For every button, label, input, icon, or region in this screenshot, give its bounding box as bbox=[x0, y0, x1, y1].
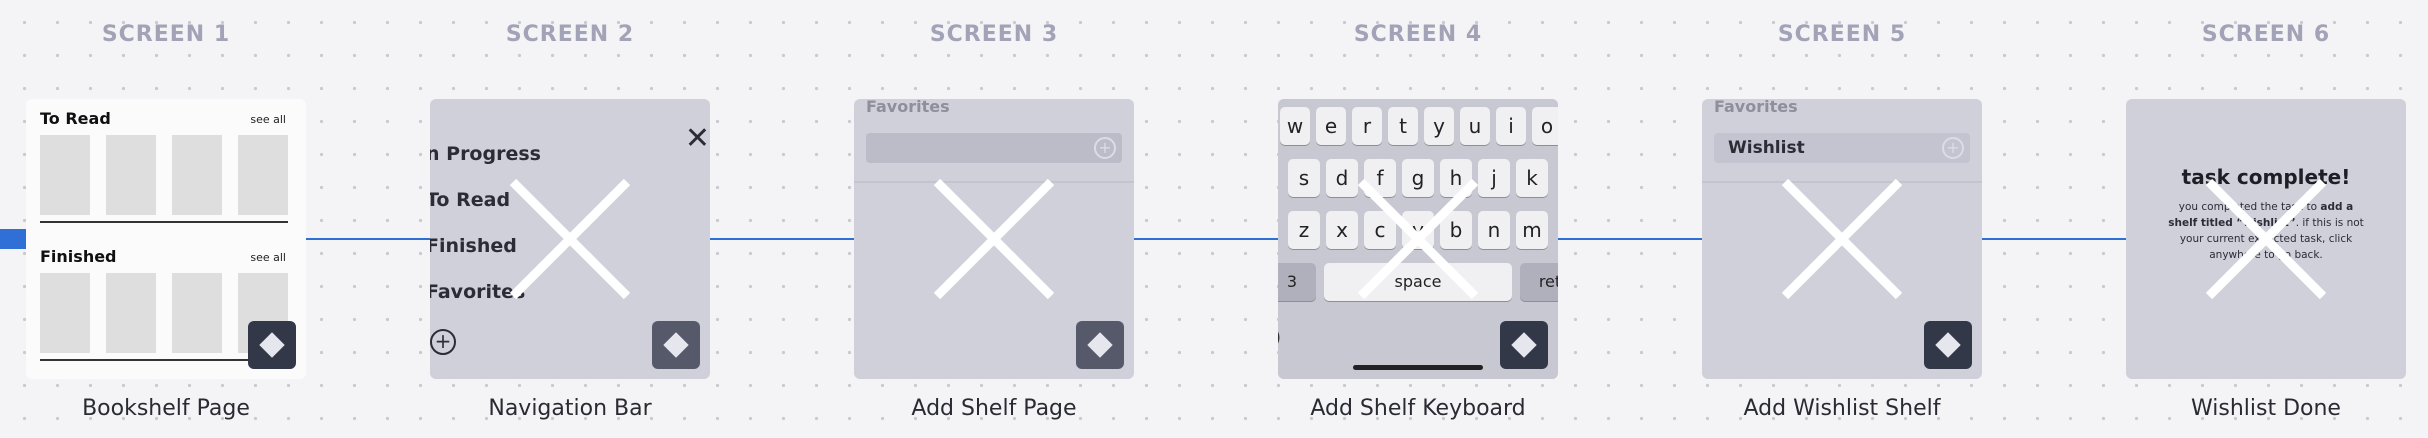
add-shelf-frame[interactable]: Favorites + bbox=[854, 99, 1134, 379]
screen-caption: Add Shelf Keyboard bbox=[1310, 396, 1526, 421]
add-wishlist-frame[interactable]: Favorites Wishlist + bbox=[1702, 99, 1982, 379]
key[interactable]: r bbox=[1352, 107, 1382, 145]
book-cover[interactable] bbox=[106, 273, 156, 353]
keyboard-frame[interactable]: w e r t y u i o s d f g h j k z x c v b … bbox=[1278, 99, 1558, 379]
key[interactable]: t bbox=[1388, 107, 1418, 145]
key[interactable]: k bbox=[1516, 159, 1548, 197]
numbers-key[interactable]: 3 bbox=[1278, 263, 1316, 301]
shelf-name-input[interactable]: Wishlist + bbox=[1714, 133, 1970, 163]
nav-item-to-read[interactable]: To Read bbox=[430, 189, 510, 211]
shelf-divider bbox=[40, 221, 288, 223]
book-cover[interactable] bbox=[172, 273, 222, 353]
close-icon bbox=[509, 178, 631, 300]
diamond-icon-button[interactable] bbox=[248, 321, 296, 369]
key[interactable]: o bbox=[1532, 107, 1558, 145]
screen-caption: Add Shelf Page bbox=[911, 396, 1077, 421]
book-cover[interactable] bbox=[40, 273, 90, 353]
screen-heading: SCREEN 5 bbox=[1777, 22, 1907, 47]
home-indicator bbox=[1353, 365, 1483, 370]
screen-heading: SCREEN 4 bbox=[1353, 22, 1483, 47]
key[interactable]: z bbox=[1288, 211, 1320, 249]
key[interactable]: i bbox=[1496, 107, 1526, 145]
see-all-link[interactable]: see all bbox=[250, 113, 286, 126]
book-cover[interactable] bbox=[106, 135, 156, 215]
screen-heading: SCREEN 1 bbox=[101, 22, 231, 47]
see-all-link[interactable]: see all bbox=[250, 251, 286, 264]
nav-item-finished[interactable]: Finished bbox=[430, 235, 517, 257]
key[interactable]: e bbox=[1316, 107, 1346, 145]
key[interactable]: s bbox=[1288, 159, 1320, 197]
diamond-icon-button[interactable] bbox=[652, 321, 700, 369]
diamond-icon-button[interactable] bbox=[1500, 321, 1548, 369]
bookshelf-frame[interactable]: To Read see all Finished see all bbox=[26, 99, 306, 379]
screen-caption: Add Wishlist Shelf bbox=[1743, 396, 1941, 421]
shelf-title-to-read: To Read bbox=[40, 109, 111, 128]
screen-caption: Wishlist Done bbox=[2191, 396, 2341, 421]
close-icon bbox=[1357, 178, 1479, 300]
nav-item-in-progress[interactable]: n Progress bbox=[430, 143, 541, 165]
key[interactable]: m bbox=[1516, 211, 1548, 249]
screen-caption: Navigation Bar bbox=[488, 396, 652, 421]
shelf-title-finished: Finished bbox=[40, 247, 117, 266]
close-icon[interactable]: ✕ bbox=[685, 121, 710, 156]
screen-caption: Bookshelf Page bbox=[82, 396, 250, 421]
add-shelf-icon[interactable]: + bbox=[430, 329, 456, 355]
key[interactable]: w bbox=[1280, 107, 1310, 145]
shelf-name-input[interactable]: + bbox=[866, 133, 1122, 163]
shelf-label: Favorites bbox=[866, 99, 950, 116]
diamond-icon-button[interactable] bbox=[1076, 321, 1124, 369]
book-cover[interactable] bbox=[238, 135, 288, 215]
close-icon bbox=[1781, 178, 1903, 300]
plus-icon[interactable]: + bbox=[1094, 137, 1116, 159]
book-cover[interactable] bbox=[40, 135, 90, 215]
screen-heading: SCREEN 3 bbox=[929, 22, 1059, 47]
screen-heading: SCREEN 2 bbox=[505, 22, 635, 47]
diamond-icon-button[interactable] bbox=[1924, 321, 1972, 369]
wishlist-done-frame[interactable]: task complete! you completed the task to… bbox=[2126, 99, 2406, 379]
shelf-divider bbox=[40, 359, 270, 361]
navigation-frame[interactable]: ✕ n Progress To Read Finished Favorites … bbox=[430, 99, 710, 379]
shelf-label: Favorites bbox=[1714, 99, 1798, 116]
key[interactable]: u bbox=[1460, 107, 1490, 145]
return-key[interactable]: ret bbox=[1520, 263, 1558, 301]
screen-heading: SCREEN 6 bbox=[2201, 22, 2331, 47]
close-icon bbox=[933, 178, 1055, 300]
close-icon bbox=[2205, 178, 2327, 300]
book-cover[interactable] bbox=[172, 135, 222, 215]
key[interactable]: y bbox=[1424, 107, 1454, 145]
flow-start-marker bbox=[0, 229, 28, 249]
plus-icon[interactable]: + bbox=[1942, 137, 1964, 159]
shelf-name-value: Wishlist bbox=[1728, 138, 1805, 158]
paren-glyph: ) bbox=[1278, 327, 1281, 348]
